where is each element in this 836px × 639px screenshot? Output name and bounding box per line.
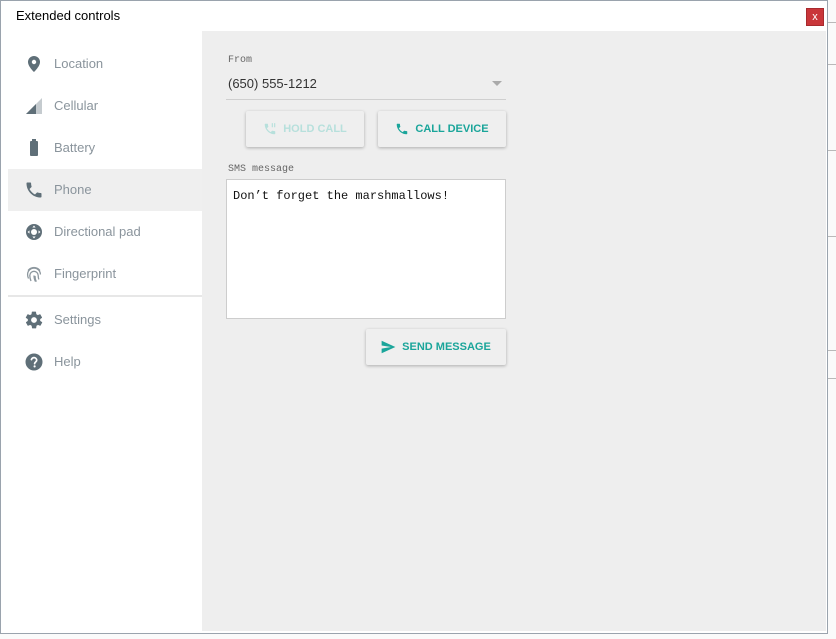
sidebar-item-label: Cellular: [54, 98, 99, 113]
sidebar-item-directional-pad[interactable]: Directional pad: [8, 211, 202, 253]
close-button[interactable]: x: [806, 8, 824, 26]
location-pin-icon: [24, 54, 44, 74]
call-device-label: CALL DEVICE: [415, 123, 489, 135]
title-bar[interactable]: Extended controls x: [1, 1, 827, 31]
send-icon: [381, 340, 396, 354]
sidebar-item-settings[interactable]: Settings: [8, 299, 202, 341]
from-label: From: [228, 55, 253, 66]
sidebar-item-label: Directional pad: [54, 224, 141, 239]
background-divider: [828, 64, 836, 65]
sms-message-input[interactable]: [226, 179, 506, 319]
hold-call-icon: [264, 123, 276, 135]
sidebar-item-phone[interactable]: Phone: [8, 169, 202, 211]
sidebar-item-label: Battery: [54, 140, 96, 155]
send-message-button[interactable]: SEND MESSAGE: [366, 329, 506, 365]
from-value: (650) 555-1212: [228, 76, 317, 91]
cellular-signal-icon: [24, 96, 44, 116]
gear-icon: [24, 310, 44, 330]
call-device-button[interactable]: CALL DEVICE: [378, 111, 506, 147]
phone-icon: [24, 180, 44, 200]
fingerprint-icon: [24, 264, 44, 284]
sidebar-item-location[interactable]: Location: [8, 43, 202, 85]
sidebar-item-cellular[interactable]: Cellular: [8, 85, 202, 127]
chevron-down-icon: [492, 81, 502, 86]
hold-call-label: HOLD CALL: [283, 123, 347, 135]
sidebar-item-label: Fingerprint: [54, 266, 117, 281]
sidebar-item-help[interactable]: Help: [8, 341, 202, 383]
background-divider: [828, 22, 836, 23]
sidebar-item-label: Settings: [54, 312, 101, 327]
help-icon: [24, 352, 44, 372]
hold-call-button[interactable]: HOLD CALL: [246, 111, 364, 147]
background-divider: [828, 150, 836, 151]
background-divider: [828, 378, 836, 379]
sidebar-item-battery[interactable]: Battery: [8, 127, 202, 169]
sms-label: SMS message: [228, 164, 295, 175]
phone-icon: [397, 123, 408, 135]
battery-icon: [24, 138, 44, 158]
sidebar-item-label: Help: [54, 354, 81, 369]
sidebar-item-label: Phone: [54, 182, 92, 197]
sidebar: Location Cellular Battery Phone Directio…: [8, 31, 202, 631]
sidebar-divider: [8, 295, 202, 297]
phone-panel: From (650) 555-1212 HOLD CALL CALL DEVIC…: [202, 31, 826, 631]
send-message-label: SEND MESSAGE: [402, 341, 491, 353]
window-title: Extended controls: [16, 8, 121, 23]
sidebar-item-label: Location: [54, 56, 104, 71]
sidebar-item-fingerprint[interactable]: Fingerprint: [8, 253, 202, 295]
background-divider: [828, 236, 836, 237]
from-underline: [226, 99, 506, 100]
dpad-icon: [24, 222, 44, 242]
background-divider: [828, 350, 836, 351]
